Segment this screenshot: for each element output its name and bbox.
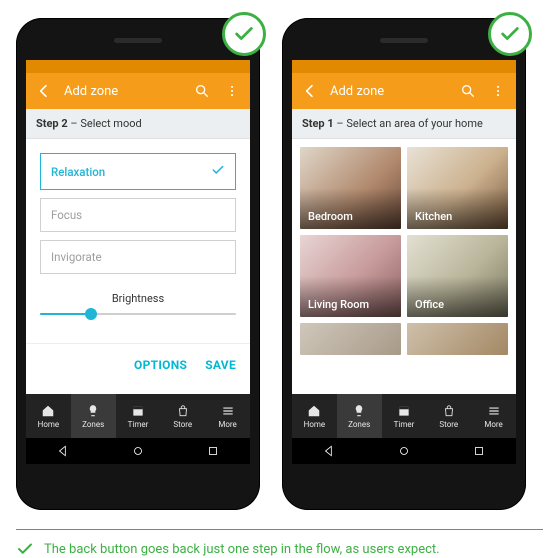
bottom-tab-bar: Home Zones Timer Store More	[26, 394, 250, 438]
room-label: Living Room	[308, 298, 369, 311]
search-icon[interactable]	[192, 83, 212, 99]
tab-label: More	[484, 420, 502, 429]
caption-text: The back button goes back just one step …	[44, 542, 440, 557]
checkmark-icon	[233, 23, 255, 45]
back-icon[interactable]	[34, 83, 54, 99]
app-bar-title: Add zone	[330, 84, 448, 99]
tab-zones[interactable]: Zones	[71, 394, 116, 438]
overflow-menu-icon[interactable]	[222, 84, 242, 98]
bottom-tab-bar: Home Zones Timer Store More	[292, 394, 516, 438]
mood-option-invigorate[interactable]: Invigorate	[40, 240, 236, 274]
home-icon	[307, 404, 321, 418]
android-recents-button[interactable]	[175, 444, 250, 458]
tab-label: Timer	[394, 420, 415, 429]
hamburger-icon	[221, 404, 235, 418]
brightness-control: Brightness	[26, 274, 250, 315]
back-icon[interactable]	[300, 83, 320, 99]
search-icon[interactable]	[458, 83, 478, 99]
checkmark-icon	[16, 540, 34, 558]
mood-label: Relaxation	[51, 165, 105, 179]
tab-home[interactable]: Home	[26, 394, 71, 438]
tab-store[interactable]: Store	[426, 394, 471, 438]
step-label: – Select mood	[68, 117, 142, 130]
tab-label: Home	[38, 420, 60, 429]
room-tile-partial[interactable]	[407, 323, 508, 355]
save-button[interactable]: SAVE	[205, 358, 236, 372]
android-home-button[interactable]	[367, 444, 442, 458]
room-tile-bedroom[interactable]: Bedroom	[300, 147, 401, 229]
caption: The back button goes back just one step …	[0, 530, 559, 558]
tab-more[interactable]: More	[205, 394, 250, 438]
android-recents-button[interactable]	[441, 444, 516, 458]
tab-label: Store	[173, 420, 192, 429]
options-button[interactable]: OPTIONS	[134, 358, 187, 372]
approval-badge	[222, 12, 266, 56]
room-grid: Bedroom Kitchen Living Room Office	[292, 139, 516, 355]
room-tile-office[interactable]: Office	[407, 235, 508, 317]
mood-label: Focus	[51, 208, 82, 222]
room-tile-partial[interactable]	[300, 323, 401, 355]
mood-list: Relaxation Focus Invigorate	[26, 139, 250, 274]
slider-thumb[interactable]	[85, 308, 97, 320]
store-icon	[442, 404, 456, 418]
checkmark-icon	[211, 163, 225, 180]
mood-option-relaxation[interactable]: Relaxation	[40, 153, 236, 190]
app-bar-title: Add zone	[64, 84, 182, 99]
tab-label: Zones	[82, 420, 104, 429]
screen: Add zone Step 1 – Select an area of your…	[292, 60, 516, 464]
calendar-icon	[397, 404, 411, 418]
room-label: Kitchen	[415, 210, 452, 223]
tab-more[interactable]: More	[471, 394, 516, 438]
approval-badge	[488, 12, 532, 56]
mood-option-focus[interactable]: Focus	[40, 198, 236, 232]
tab-home[interactable]: Home	[292, 394, 337, 438]
action-row: OPTIONS SAVE	[26, 343, 250, 382]
tab-timer[interactable]: Timer	[382, 394, 427, 438]
room-label: Office	[415, 298, 444, 311]
phone-speaker	[114, 38, 162, 43]
brightness-label: Brightness	[40, 292, 236, 305]
app-bar: Add zone	[292, 73, 516, 109]
step-number: Step 1	[302, 117, 334, 130]
checkmark-icon	[499, 23, 521, 45]
tab-timer[interactable]: Timer	[116, 394, 161, 438]
home-icon	[41, 404, 55, 418]
bulb-icon	[86, 404, 100, 418]
step-label: – Select an area of your home	[334, 117, 483, 130]
android-back-button[interactable]	[26, 444, 101, 458]
android-back-button[interactable]	[292, 444, 367, 458]
room-tile-living-room[interactable]: Living Room	[300, 235, 401, 317]
tab-label: Store	[439, 420, 458, 429]
overflow-menu-icon[interactable]	[488, 84, 508, 98]
android-nav-bar	[292, 438, 516, 464]
tab-store[interactable]: Store	[160, 394, 205, 438]
tab-zones[interactable]: Zones	[337, 394, 382, 438]
mood-label: Invigorate	[51, 250, 102, 264]
android-nav-bar	[26, 438, 250, 464]
app-bar: Add zone	[26, 73, 250, 109]
hamburger-icon	[487, 404, 501, 418]
phone-speaker	[380, 38, 428, 43]
step-header: Step 2 – Select mood	[26, 109, 250, 139]
bulb-icon	[352, 404, 366, 418]
room-label: Bedroom	[308, 210, 353, 223]
phone-mockup: Add zone Step 2 – Select mood Relaxation	[16, 18, 260, 510]
brightness-slider[interactable]	[40, 313, 236, 315]
store-icon	[176, 404, 190, 418]
tab-label: Home	[304, 420, 326, 429]
screen: Add zone Step 2 – Select mood Relaxation	[26, 60, 250, 464]
tab-label: More	[218, 420, 236, 429]
android-home-button[interactable]	[101, 444, 176, 458]
calendar-icon	[131, 404, 145, 418]
step-number: Step 2	[36, 117, 68, 130]
step-header: Step 1 – Select an area of your home	[292, 109, 516, 139]
android-status-bar	[26, 60, 250, 73]
android-status-bar	[292, 60, 516, 73]
tab-label: Timer	[128, 420, 149, 429]
room-tile-kitchen[interactable]: Kitchen	[407, 147, 508, 229]
tab-label: Zones	[348, 420, 370, 429]
slider-fill	[40, 313, 91, 315]
phone-mockup: Add zone Step 1 – Select an area of your…	[282, 18, 526, 510]
